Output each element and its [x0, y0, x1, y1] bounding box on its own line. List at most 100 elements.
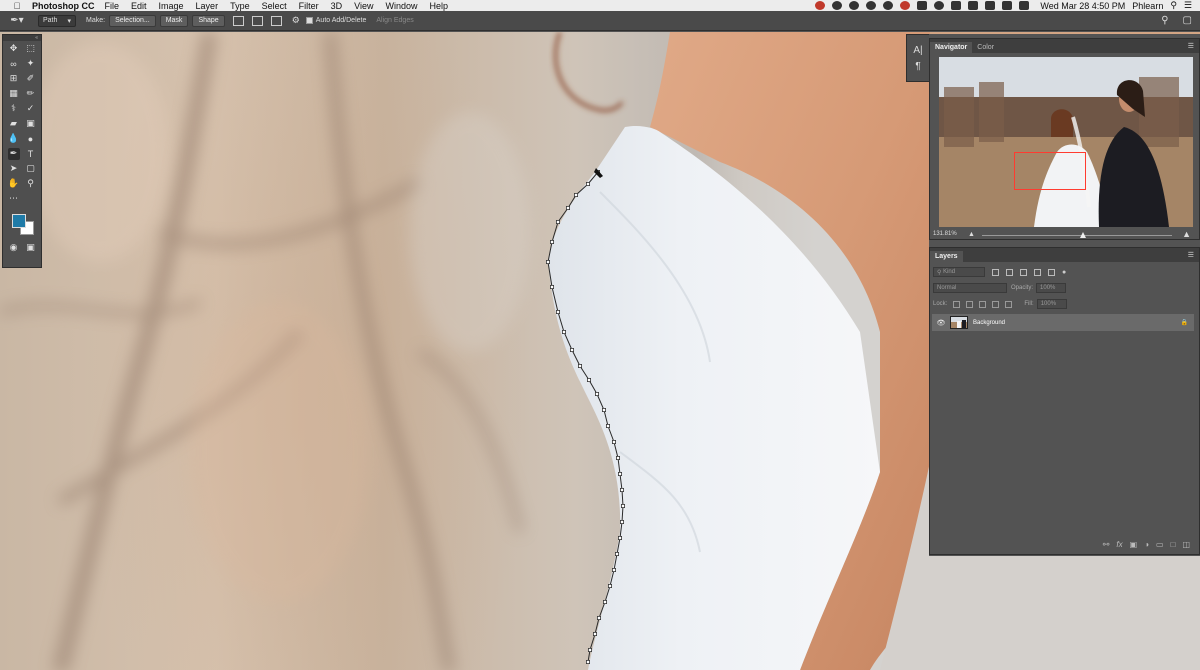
path-anchor-point[interactable] [606, 423, 611, 428]
menu-edit[interactable]: Edit [131, 1, 147, 11]
paragraph-panel-icon[interactable]: ¶ [915, 61, 920, 72]
path-anchor-point[interactable] [593, 632, 598, 637]
character-panel-icon[interactable]: A| [913, 45, 922, 56]
filter-smart-object-icon[interactable] [1048, 268, 1055, 276]
menu-view[interactable]: View [354, 1, 373, 11]
path-anchor-point[interactable] [616, 455, 621, 460]
lock-icon[interactable]: 🔒 [1181, 319, 1188, 326]
hand-tool-icon[interactable]: ✋ [8, 178, 20, 190]
foreground-color-swatch[interactable] [12, 214, 26, 228]
path-anchor-point[interactable] [566, 205, 571, 210]
quick-mask-icon[interactable]: ◉ [8, 242, 20, 254]
filter-toggle-icon[interactable]: ● [1062, 269, 1066, 276]
wifi-icon[interactable] [968, 1, 979, 10]
path-anchor-point[interactable] [574, 192, 579, 197]
menu-layer[interactable]: Layer [196, 1, 219, 11]
spotlight-icon[interactable]: ⚲ [1170, 0, 1177, 11]
path-anchor-point[interactable] [620, 519, 625, 524]
lock-artboard-icon[interactable] [992, 300, 1000, 308]
fill-input[interactable]: 100% [1036, 299, 1067, 309]
airplay-icon[interactable] [985, 1, 996, 10]
make-mask-button[interactable]: Mask [159, 14, 189, 27]
path-anchor-point[interactable] [603, 600, 608, 605]
trash-icon[interactable]: ◫ [1182, 540, 1190, 549]
visibility-eye-icon[interactable]: 👁 [934, 319, 948, 327]
filter-shape-icon[interactable] [1034, 268, 1041, 276]
filter-adjustment-icon[interactable] [1006, 268, 1013, 276]
link-icon[interactable]: ⚯ [1103, 540, 1110, 549]
navigator-thumbnail[interactable] [939, 57, 1193, 227]
apple-icon[interactable]:  [10, 1, 24, 11]
magic-wand-tool-icon[interactable]: ✦ [25, 58, 37, 70]
path-anchor-point[interactable] [570, 347, 575, 352]
menu-filter[interactable]: Filter [299, 1, 319, 11]
lasso-tool-icon[interactable]: ∞ [8, 58, 20, 70]
path-selection-tool-icon[interactable]: ➤ [8, 163, 20, 175]
tab-navigator[interactable]: Navigator [930, 42, 973, 53]
path-anchor-point[interactable] [620, 487, 625, 492]
lock-all-icon[interactable] [1005, 300, 1013, 308]
battery-icon[interactable] [1019, 1, 1030, 10]
menu-file[interactable]: File [105, 1, 120, 11]
auto-add-delete-checkbox[interactable] [305, 17, 313, 24]
path-operations-icon[interactable] [232, 15, 244, 26]
path-anchor-point[interactable] [550, 239, 555, 244]
pen-tool-icon[interactable]: ✒ [7, 147, 20, 160]
timer-icon[interactable] [883, 1, 894, 10]
layer-filter-kind-select[interactable]: ⚲ Kind [933, 267, 985, 277]
path-anchor-point[interactable] [587, 377, 592, 382]
lastpass-icon[interactable] [900, 1, 911, 10]
dodge-tool-icon[interactable]: ● [25, 133, 37, 145]
screen-mode-icon[interactable]: ▣ [25, 242, 37, 254]
menubar-clock[interactable]: Wed Mar 28 4:50 PM [1040, 1, 1125, 11]
navigator-zoom-slider[interactable] [982, 235, 1172, 236]
search-icon[interactable]: ⚲ [1161, 15, 1168, 26]
brush-tool-icon[interactable]: ✏ [25, 88, 37, 100]
path-anchor-point[interactable] [556, 219, 561, 224]
notification-center-icon[interactable]: ☰ [1184, 0, 1192, 11]
navigator-zoom-slider-handle[interactable] [1080, 232, 1086, 238]
gear-icon[interactable]: ⚙ [292, 15, 300, 26]
type-tool-icon[interactable]: T [25, 148, 37, 160]
sync-icon[interactable] [934, 1, 945, 10]
shape-tool-icon[interactable]: ▢ [25, 163, 37, 175]
menu-image[interactable]: Image [159, 1, 184, 11]
path-anchor-point[interactable] [597, 616, 602, 621]
fx-icon[interactable]: fx [1116, 540, 1122, 549]
menu-help[interactable]: Help [429, 1, 448, 11]
dropbox-icon[interactable] [849, 1, 860, 10]
new-layer-icon[interactable]: □ [1171, 540, 1176, 549]
zoom-tool-icon[interactable]: ⚲ [25, 178, 37, 190]
zoom-out-icon[interactable]: ▲ [968, 231, 975, 238]
make-shape-button[interactable]: Shape [192, 14, 225, 27]
battery-app-icon[interactable] [917, 1, 928, 10]
clone-stamp-tool-icon[interactable]: ⚕ [8, 103, 20, 115]
blur-tool-icon[interactable]: 💧 [8, 133, 20, 145]
healing-brush-tool-icon[interactable]: ▦ [8, 88, 20, 100]
move-tool-icon[interactable]: ✥ [8, 43, 20, 55]
navigator-view-box[interactable] [1014, 152, 1086, 190]
path-anchor-point[interactable] [588, 648, 593, 653]
lock-image-pixels-icon[interactable] [966, 300, 974, 308]
path-anchor-point[interactable] [586, 660, 591, 665]
more-tools-icon[interactable]: ⋯ [8, 193, 20, 205]
path-anchor-point[interactable] [556, 309, 561, 314]
path-anchor-point[interactable] [562, 329, 567, 334]
pen-tool-preset-icon[interactable]: ✒▾ [4, 13, 30, 29]
record-status-icon[interactable] [815, 1, 826, 10]
lock-transparent-pixels-icon[interactable] [953, 300, 961, 308]
gradient-tool-icon[interactable]: ▣ [25, 118, 37, 130]
eraser-tool-icon[interactable]: ▰ [8, 118, 20, 130]
path-anchor-point[interactable] [578, 363, 583, 368]
workspace-icon[interactable]: ▢ [1183, 15, 1192, 26]
path-anchor-point[interactable] [595, 391, 600, 396]
tool-mode-select[interactable]: Path ▾ [38, 14, 76, 27]
path-anchor-point[interactable] [615, 552, 620, 557]
lock-position-icon[interactable] [979, 300, 987, 308]
filter-pixel-icon[interactable] [992, 268, 999, 276]
menu-3d[interactable]: 3D [331, 1, 343, 11]
make-selection-button[interactable]: Selection... [109, 14, 156, 27]
layers-panel-menu-icon[interactable]: ☰ [1188, 251, 1194, 259]
path-anchor-point[interactable] [608, 584, 613, 589]
filter-type-icon[interactable] [1020, 268, 1027, 276]
